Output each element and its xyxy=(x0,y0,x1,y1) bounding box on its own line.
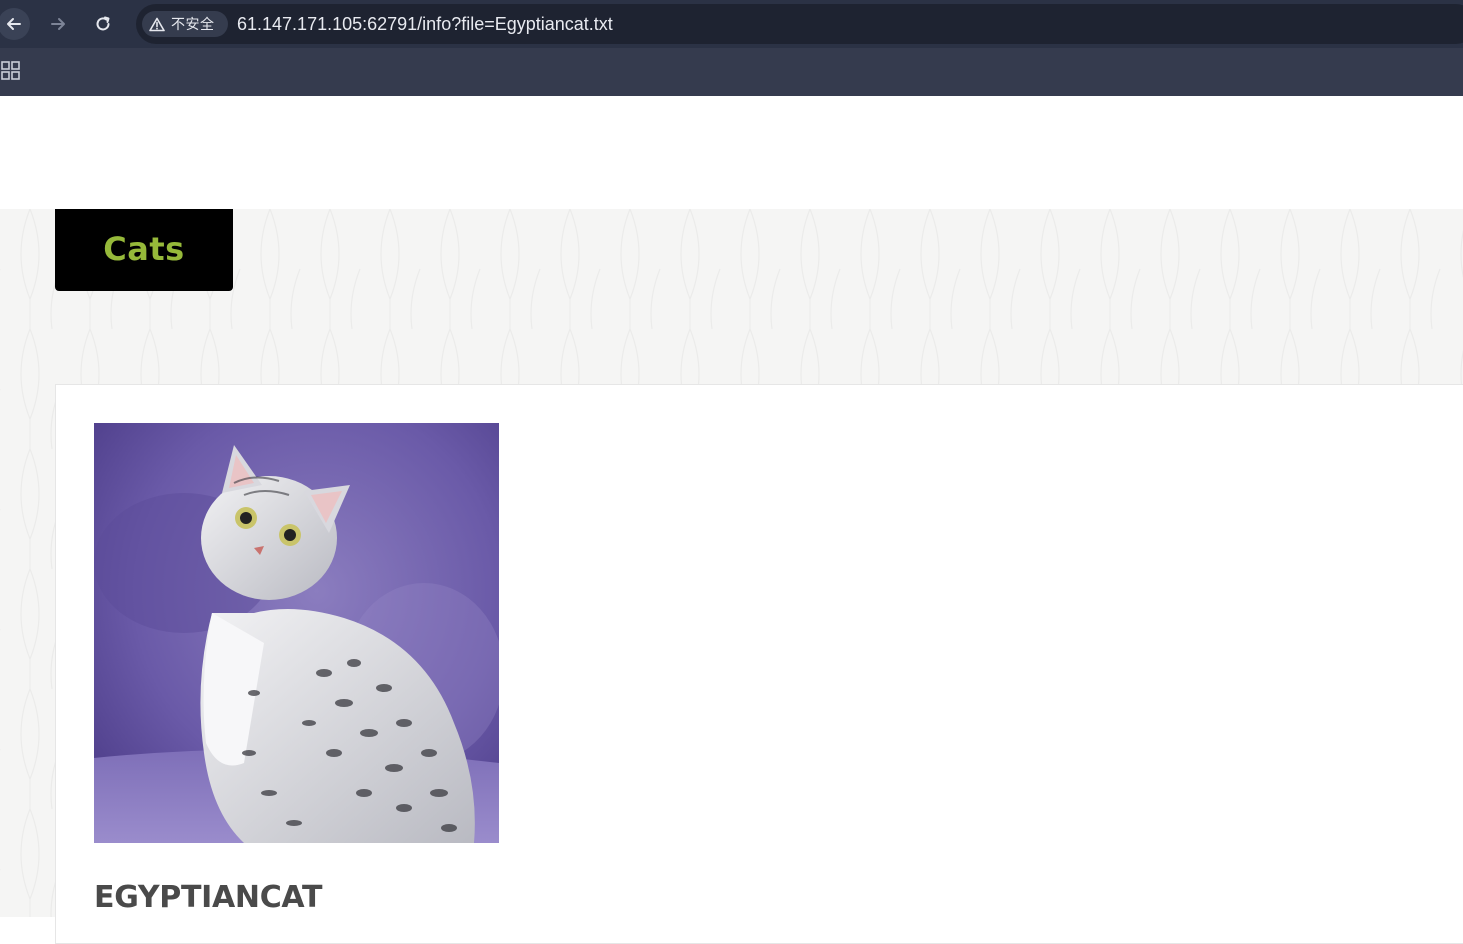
bookmarks-bar xyxy=(0,48,1463,96)
site-logo-text: Cats xyxy=(103,230,185,268)
cat-name-heading: EGYPTIANCAT xyxy=(94,880,323,915)
reload-button[interactable] xyxy=(87,8,119,40)
site-logo[interactable]: Cats xyxy=(55,209,233,291)
address-bar[interactable]: 不安全 61.147.171.105:62791/info?file=Egypt… xyxy=(136,4,1463,44)
warning-triangle-icon xyxy=(149,17,165,31)
back-button[interactable] xyxy=(0,8,30,40)
security-label: 不安全 xyxy=(171,17,215,33)
forward-button[interactable] xyxy=(42,8,74,40)
cat-photo xyxy=(94,423,499,843)
security-chip[interactable]: 不安全 xyxy=(142,11,228,37)
apps-grid-icon[interactable] xyxy=(1,61,21,81)
url-text[interactable]: 61.147.171.105:62791/info?file=Egyptianc… xyxy=(237,14,613,35)
reload-icon xyxy=(96,16,110,31)
browser-toolbar: 不安全 61.147.171.105:62791/info?file=Egypt… xyxy=(0,0,1463,48)
arrow-left-icon xyxy=(7,18,21,30)
page-header xyxy=(0,96,1463,209)
arrow-right-icon xyxy=(51,18,65,30)
